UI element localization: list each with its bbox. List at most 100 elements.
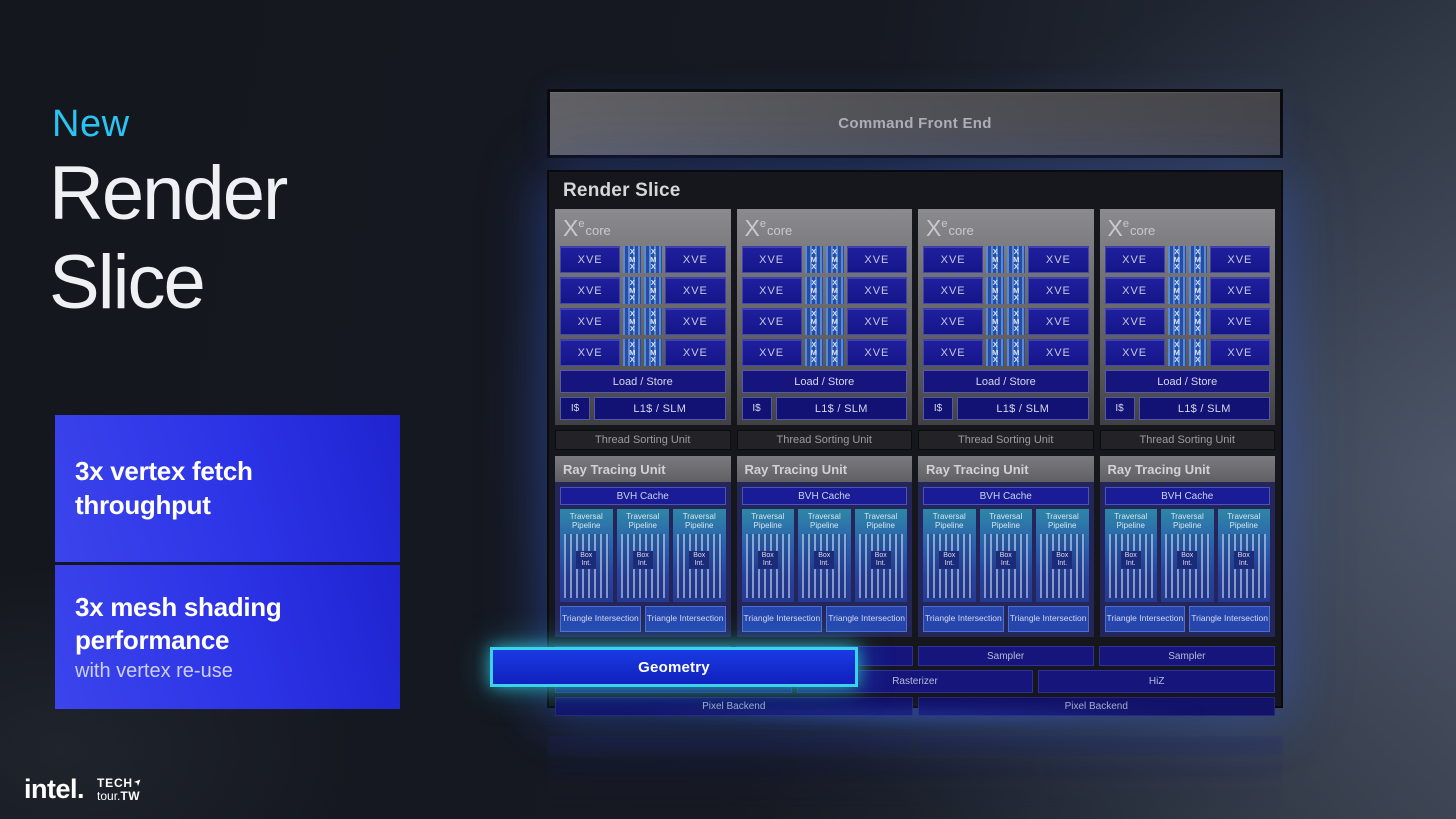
box-intersection-label: Box Int. xyxy=(632,551,653,570)
box-intersection-label: Box Int. xyxy=(576,551,597,570)
xmx-block: XMX xyxy=(644,246,663,273)
box-intersection-label: Box Int. xyxy=(1052,551,1073,570)
traversal-pipeline-block: Traversal Pipeline Box Int. xyxy=(923,509,976,602)
eu-row: XVE XMX XMX XVE xyxy=(741,277,907,304)
instruction-cache-block: I$ xyxy=(560,397,590,420)
xve-block: XVE xyxy=(1028,308,1089,335)
command-front-end-block: Command Front End xyxy=(547,89,1283,158)
xve-block: XVE xyxy=(560,277,621,304)
xmx-block: XMX xyxy=(1167,308,1186,335)
xve-block: XVE xyxy=(1104,277,1165,304)
box-intersection-label: Box Int. xyxy=(689,551,710,570)
instruction-cache-block: I$ xyxy=(1104,397,1135,420)
xve-block: XVE xyxy=(665,308,726,335)
xve-block: XVE xyxy=(1104,339,1165,366)
xve-block: XVE xyxy=(1209,246,1270,273)
xmx-block: XMX xyxy=(623,339,642,366)
xve-block: XVE xyxy=(1209,277,1270,304)
xve-block: XVE xyxy=(846,277,907,304)
xmx-block: XMX xyxy=(986,277,1005,304)
cores-row: Xecore XVE XMX XMX XVE XVE XMX XMX XVE X… xyxy=(555,209,1275,637)
eu-row: XVE XMX XMX XVE xyxy=(1104,308,1270,335)
eu-row: XVE XMX XMX XVE xyxy=(560,308,726,335)
xve-block: XVE xyxy=(923,246,984,273)
xve-block: XVE xyxy=(1104,246,1165,273)
xve-block: XVE xyxy=(741,246,802,273)
xmx-block: XMX xyxy=(1167,339,1186,366)
eu-row: XVE XMX XMX XVE xyxy=(741,339,907,366)
box-intersection-label: Box Int. xyxy=(1120,551,1141,570)
eu-row: XVE XMX XMX XVE xyxy=(923,308,1089,335)
xmx-block: XMX xyxy=(804,246,823,273)
xe-core-block: Xecore XVE XMX XMX XVE XVE XMX XMX XVE X… xyxy=(1099,209,1275,425)
xve-block: XVE xyxy=(665,277,726,304)
card-subtitle: with vertex re-use xyxy=(75,660,233,683)
traversal-pipeline-block: Traversal Pipeline Box Int. xyxy=(1104,509,1157,602)
box-intersection-label: Box Int. xyxy=(1177,551,1198,570)
xve-block: XVE xyxy=(560,308,621,335)
highlight-card-vertex-fetch: 3x vertex fetch throughput xyxy=(55,415,400,562)
sampler-block: Sampler xyxy=(1098,646,1275,666)
thread-sorting-unit-block: Thread Sorting Unit xyxy=(736,430,912,450)
eu-row: XVE XMX XMX XVE xyxy=(1104,339,1270,366)
traversal-pipeline-block: Traversal Pipeline Box Int. xyxy=(673,509,726,602)
eu-row: XVE XMX XMX XVE xyxy=(560,339,726,366)
instruction-cache-block: I$ xyxy=(923,397,953,420)
card-title: 3x mesh shading performance xyxy=(75,591,282,655)
highlight-card-mesh-shading: 3x mesh shading performance with vertex … xyxy=(55,565,400,709)
xmx-block: XMX xyxy=(623,246,642,273)
bvh-cache-block: BVH Cache xyxy=(741,487,907,505)
xve-block: XVE xyxy=(1209,308,1270,335)
xve-block: XVE xyxy=(923,339,984,366)
geometry-highlight-callout: Geometry xyxy=(490,647,858,687)
tech-tour-logo: TECH ➤ tour.TW xyxy=(97,776,144,803)
bvh-cache-block: BVH Cache xyxy=(1104,487,1270,505)
title-line-1: Render xyxy=(49,151,288,236)
box-intersection-label: Box Int. xyxy=(1233,551,1254,570)
ray-tracing-unit-title: Ray Tracing Unit xyxy=(736,456,912,482)
load-store-block: Load / Store xyxy=(741,370,907,393)
render-slice-title: Render Slice xyxy=(563,180,681,201)
xve-block: XVE xyxy=(1209,339,1270,366)
traversal-pipeline-block: Traversal Pipeline Box Int. xyxy=(1217,509,1270,602)
xmx-block: XMX xyxy=(1007,339,1026,366)
traversal-pipeline-block: Traversal Pipeline Box Int. xyxy=(741,509,794,602)
eu-row: XVE XMX XMX XVE xyxy=(560,277,726,304)
eyebrow-label: New xyxy=(52,103,130,145)
triangle-intersection-block: Triangle Intersection xyxy=(923,606,1004,632)
xve-block: XVE xyxy=(846,308,907,335)
tech-tour-tw: TW xyxy=(120,788,141,803)
xe-core-block: Xecore XVE XMX XMX XVE XVE XMX XMX XVE X… xyxy=(918,209,1094,425)
xmx-block: XMX xyxy=(1188,339,1207,366)
triangle-intersection-block: Triangle Intersection xyxy=(1007,606,1089,632)
traversal-pipeline-block: Traversal Pipeline Box Int. xyxy=(616,509,669,602)
panel-glow xyxy=(540,711,1290,727)
xmx-block: XMX xyxy=(1007,246,1026,273)
xmx-block: XMX xyxy=(986,308,1005,335)
render-slice-diagram: Command Front End Render Slice Xecore XV… xyxy=(490,89,1283,716)
eu-row: XVE XMX XMX XVE xyxy=(741,246,907,273)
xve-block: XVE xyxy=(741,277,802,304)
box-intersection-label: Box Int. xyxy=(995,551,1016,570)
ray-tracing-unit-title: Ray Tracing Unit xyxy=(555,456,731,482)
xmx-block: XMX xyxy=(1188,277,1207,304)
xmx-block: XMX xyxy=(825,339,844,366)
core-column: Xecore XVE XMX XMX XVE XVE XMX XMX XVE X… xyxy=(1099,209,1275,637)
xmx-block: XMX xyxy=(804,277,823,304)
l1-slm-block: L1$ / SLM xyxy=(594,397,726,420)
ray-tracing-unit-title: Ray Tracing Unit xyxy=(918,456,1094,482)
card-title: 3x vertex fetch throughput xyxy=(75,456,253,520)
core-column: Xecore XVE XMX XMX XVE XVE XMX XMX XVE X… xyxy=(736,209,912,637)
triangle-intersection-block: Triangle Intersection xyxy=(560,606,641,632)
thread-sorting-unit-block: Thread Sorting Unit xyxy=(555,430,731,450)
box-intersection-label: Box Int. xyxy=(939,551,960,570)
xmx-block: XMX xyxy=(804,339,823,366)
hiz-block: HiZ xyxy=(1038,670,1275,693)
sampler-block: Sampler xyxy=(917,646,1094,666)
eu-row: XVE XMX XMX XVE xyxy=(923,277,1089,304)
l1-slm-block: L1$ / SLM xyxy=(957,397,1089,420)
highlight-cards: 3x vertex fetch throughput 3x mesh shadi… xyxy=(55,415,400,709)
box-intersection-label: Box Int. xyxy=(870,551,891,570)
load-store-block: Load / Store xyxy=(1104,370,1270,393)
ray-tracing-unit-block: Ray Tracing Unit BVH Cache Traversal Pip… xyxy=(736,456,912,637)
